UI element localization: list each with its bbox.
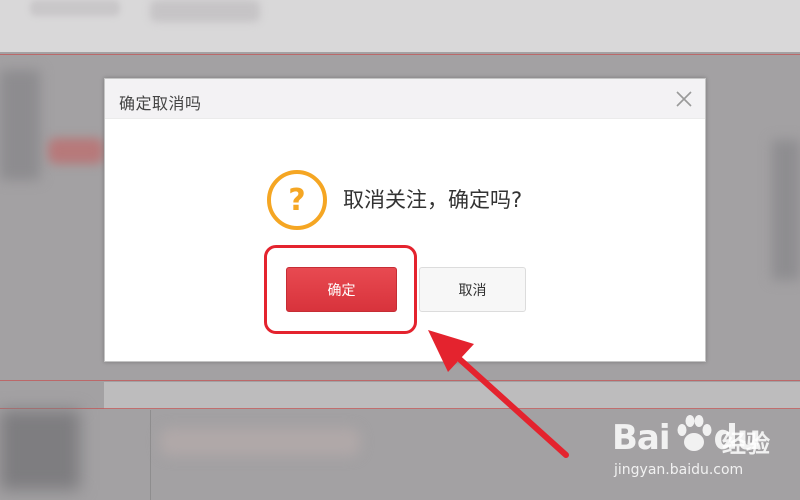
background-divider [0,408,800,409]
cancel-button-label: 取消 [458,282,487,299]
background-divider [0,380,800,381]
background-band [104,382,800,409]
paw-icon [677,415,712,451]
background-divider [150,410,151,500]
background-header [0,0,800,52]
dialog-header: 确定取消吗 [105,79,705,119]
background-blur [150,0,260,22]
close-icon[interactable] [675,90,693,108]
watermark-url: jingyan.baidu.com [614,462,744,478]
background-blur [48,138,104,164]
question-circle-icon: ? [267,170,327,230]
confirm-dialog: 确定取消吗 ? 取消关注，确定吗? 确定 取消 [104,78,706,362]
background-blur [0,70,40,180]
background-blur [160,428,360,456]
dialog-message: 取消关注，确定吗? [343,188,523,212]
dialog-title: 确定取消吗 [119,94,202,113]
baidu-jingyan-watermark: Bai du 经验 jingyan.baidu.com [612,410,792,488]
background-blur [0,410,80,490]
cancel-button[interactable]: 取消 [419,267,526,312]
background-divider [0,54,800,55]
highlight-box [264,245,417,334]
background-blur [30,0,120,16]
background-blur [772,140,800,280]
watermark-cn-text: 经验 [722,430,770,458]
